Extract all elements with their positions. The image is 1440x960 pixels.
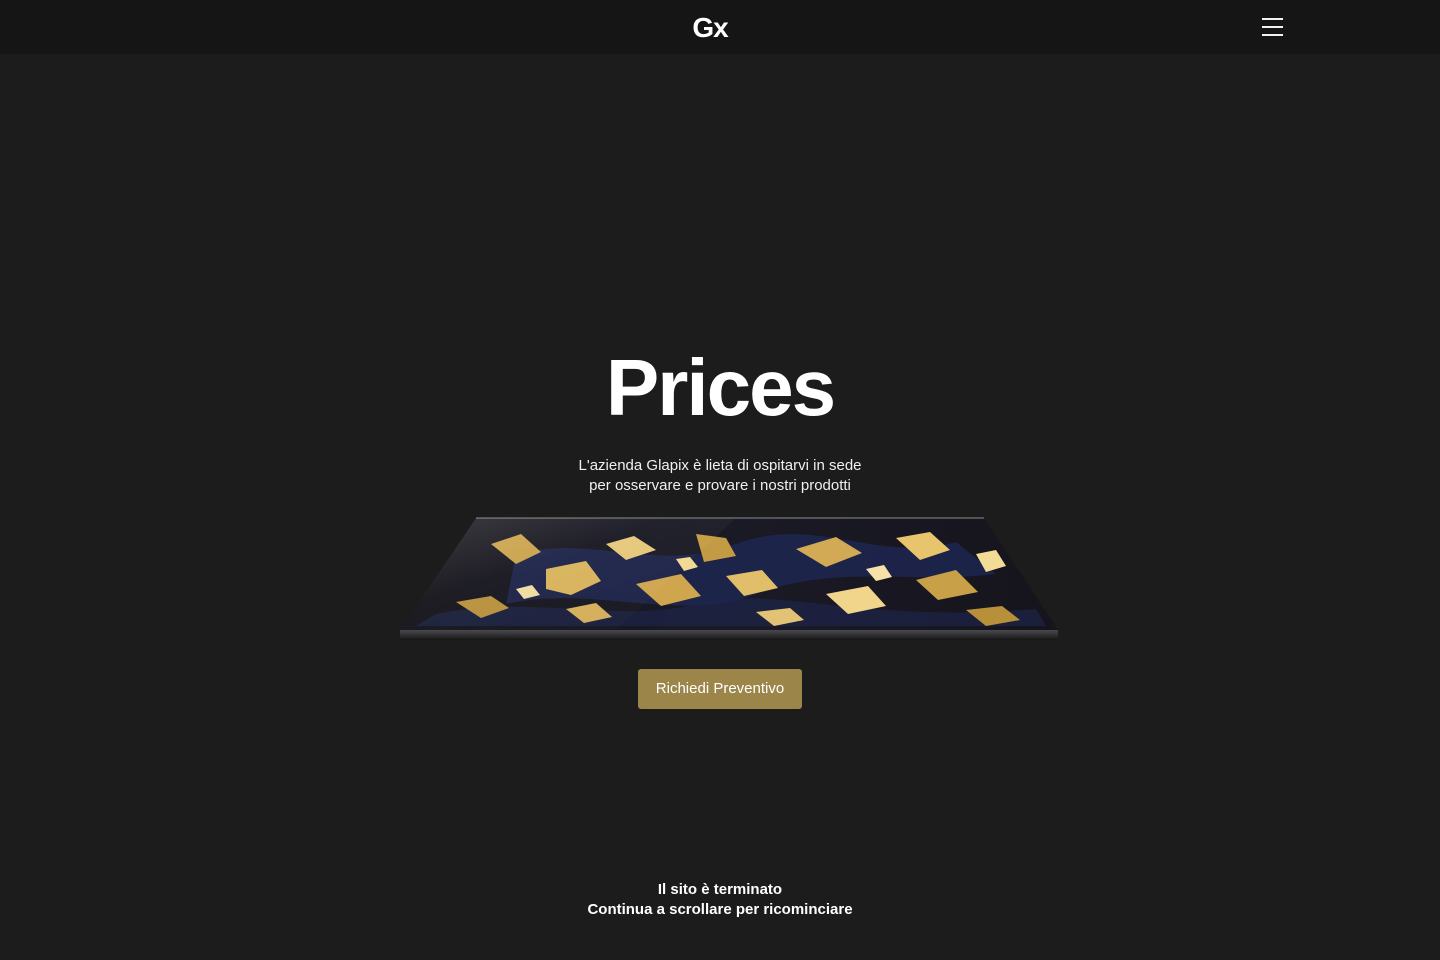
marble-slab-image bbox=[400, 517, 1058, 640]
logo[interactable]: Gx bbox=[0, 10, 1420, 46]
hamburger-menu-icon[interactable] bbox=[1262, 17, 1284, 37]
page-title: Prices bbox=[605, 343, 836, 432]
subtitle-line: L'azienda Glapix è lieta di ospitarvi in… bbox=[578, 457, 862, 474]
menu-line bbox=[1262, 26, 1283, 28]
hero-subtitle: L'azienda Glapix è lieta di ospitarvi in… bbox=[0, 456, 1440, 496]
top-navigation-bar: Gx bbox=[0, 0, 1440, 54]
footer-line: Il sito è terminato bbox=[657, 881, 783, 898]
request-quote-button[interactable]: Richiedi Preventivo bbox=[638, 669, 802, 709]
end-of-site-note: Il sito è terminato Continua a scrollare… bbox=[0, 880, 1440, 920]
subtitle-line: per osservare e provare i nostri prodott… bbox=[589, 477, 851, 494]
menu-line bbox=[1262, 18, 1283, 20]
footer-line: Continua a scrollare per ricominciare bbox=[587, 901, 853, 918]
menu-line bbox=[1262, 34, 1283, 36]
